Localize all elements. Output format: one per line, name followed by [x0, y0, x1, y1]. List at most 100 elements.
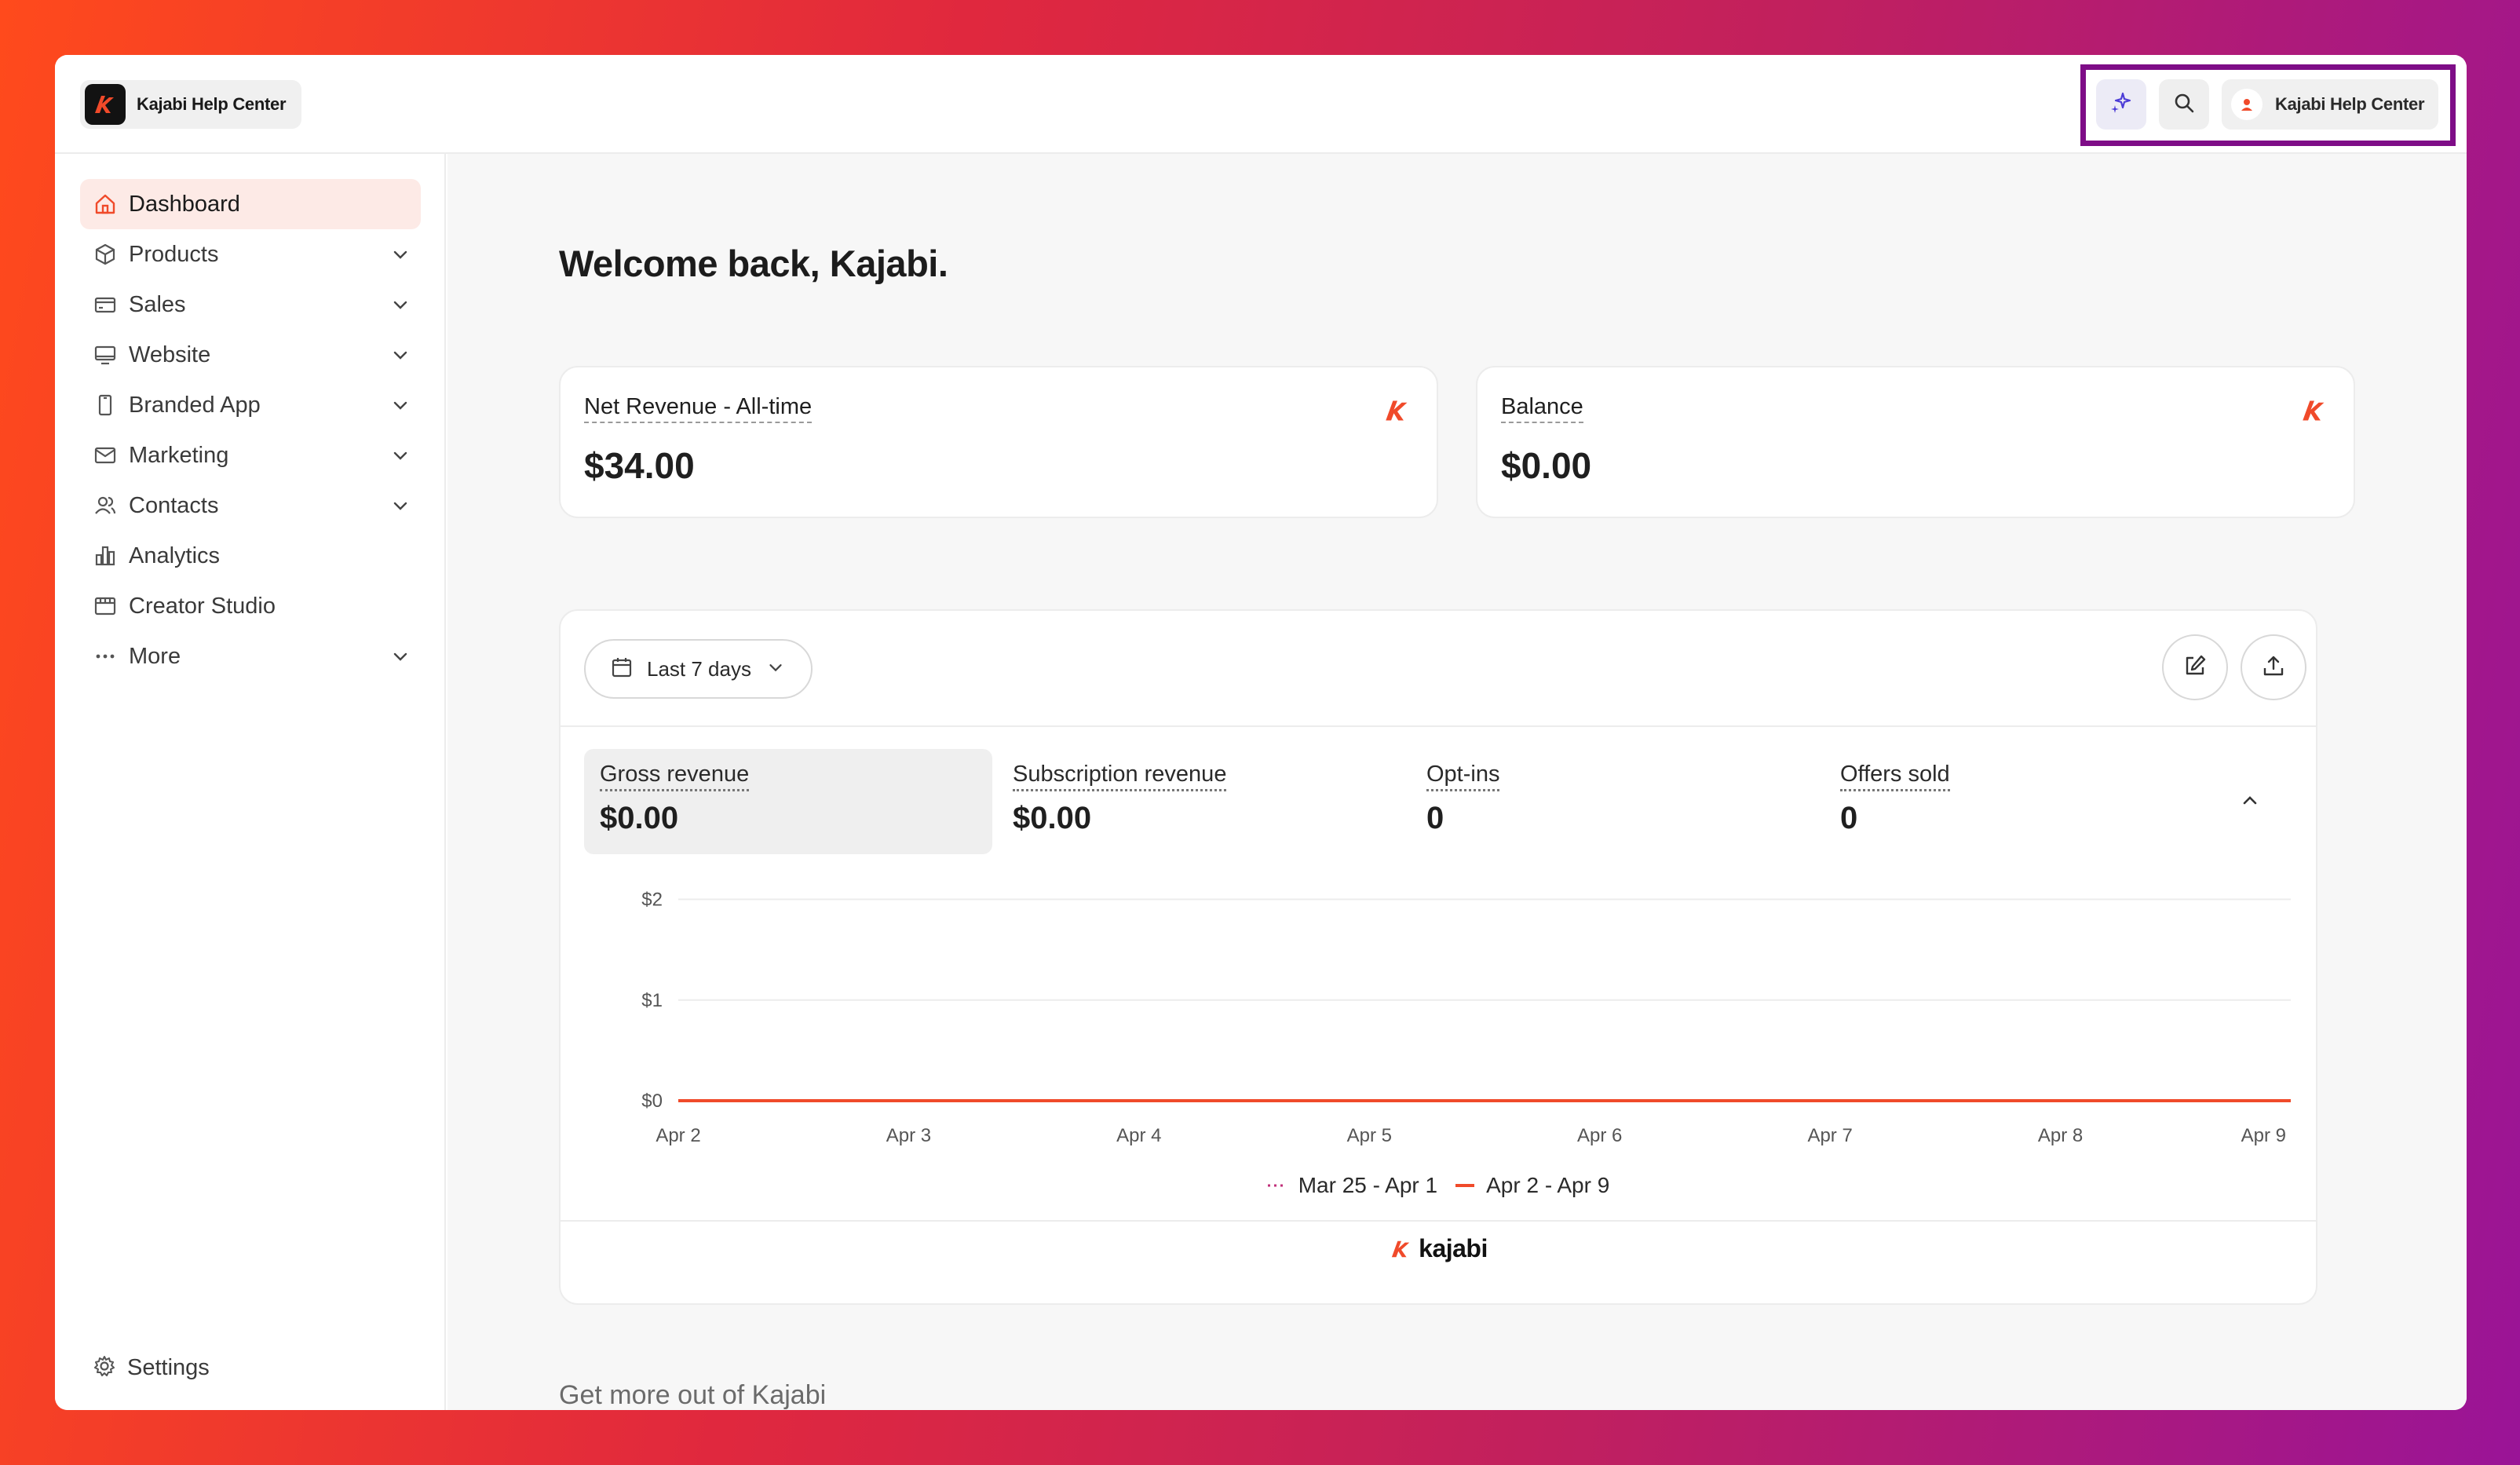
legend-label: Apr 2 - Apr 9 — [1486, 1173, 1610, 1197]
metric-offers-sold[interactable]: Offers sold 0 — [1824, 749, 2233, 854]
sidebar-item-label: Dashboard — [129, 191, 240, 217]
top-bar: Kajabi Help Center Kajabi Help Center — [55, 55, 2467, 154]
chevron-down-icon[interactable] — [389, 495, 411, 521]
users-icon — [93, 493, 118, 518]
legend-item-current[interactable]: Apr 2 - Apr 9 — [1455, 1173, 1609, 1198]
x-tick-label: Apr 3 — [886, 1125, 931, 1146]
metric-gross-revenue[interactable]: Gross revenue $0.00 — [584, 749, 992, 854]
sidebar-item-label: Creator Studio — [129, 593, 276, 619]
sidebar-item-marketing[interactable]: Marketing — [80, 430, 421, 480]
metric-label: Opt-ins — [1426, 762, 1500, 791]
metric-value: 0 — [1426, 801, 1444, 835]
x-tick-label: Apr 2 — [656, 1125, 700, 1146]
chevron-down-icon[interactable] — [389, 645, 411, 671]
chevron-down-icon — [765, 657, 786, 681]
chevron-down-icon[interactable] — [389, 344, 411, 370]
site-switcher[interactable]: Kajabi Help Center — [80, 80, 302, 129]
edit-icon — [2182, 653, 2208, 682]
metric-subscription-revenue[interactable]: Subscription revenue $0.00 — [997, 749, 1405, 854]
box-icon — [93, 242, 118, 267]
sidebar-item-more[interactable]: More — [80, 631, 421, 681]
metric-value: $0.00 — [600, 801, 679, 835]
divider — [561, 1220, 2316, 1222]
y-tick-label: $1 — [641, 990, 663, 1011]
kajabi-logo-icon — [85, 84, 126, 125]
top-actions: Kajabi Help Center — [2096, 79, 2439, 130]
chevron-down-icon[interactable] — [389, 444, 411, 470]
mail-icon — [93, 443, 118, 468]
account-menu-button[interactable]: Kajabi Help Center — [2222, 79, 2439, 130]
net-revenue-title[interactable]: Net Revenue - All-time — [584, 394, 813, 423]
sidebar-item-label: More — [129, 643, 181, 669]
metric-label: Offers sold — [1840, 762, 1950, 791]
x-tick-label: Apr 9 — [2241, 1125, 2286, 1146]
sidebar-item-settings[interactable]: Settings — [93, 1344, 210, 1391]
x-tick-label: Apr 7 — [1807, 1125, 1852, 1146]
sidebar-item-branded-app[interactable]: Branded App — [80, 380, 421, 430]
kajabi-logo-icon — [1382, 397, 1413, 428]
film-icon — [93, 594, 118, 619]
settings-label: Settings — [127, 1354, 210, 1380]
x-tick-label: Apr 4 — [1116, 1125, 1161, 1146]
chevron-down-icon[interactable] — [389, 294, 411, 320]
sidebar-item-sales[interactable]: Sales — [80, 279, 421, 330]
monitor-icon — [93, 342, 118, 367]
kajabi-logo-icon — [1392, 1240, 1410, 1257]
gear-icon — [93, 1354, 116, 1382]
metric-label: Subscription revenue — [1013, 762, 1227, 791]
sidebar: Dashboard Products Sales Website Branded… — [55, 154, 446, 1410]
sidebar-nav: Dashboard Products Sales Website Branded… — [80, 179, 421, 681]
net-revenue-value: $34.00 — [584, 445, 695, 486]
chevron-down-icon[interactable] — [389, 243, 411, 269]
chevron-down-icon[interactable] — [389, 394, 411, 420]
analytics-card: Last 7 days Gross revenue $0.00 Subscrip… — [559, 609, 2317, 1305]
date-range-label: Last 7 days — [647, 656, 751, 681]
y-tick-label: $2 — [641, 890, 663, 911]
section-title: Get more out of Kajabi — [559, 1380, 827, 1410]
sidebar-item-label: Analytics — [129, 543, 221, 568]
kajabi-logo-icon — [2299, 397, 2330, 428]
edit-button[interactable] — [2162, 634, 2228, 700]
upload-icon — [2261, 653, 2286, 682]
sidebar-item-analytics[interactable]: Analytics — [80, 531, 421, 581]
x-tick-label: Apr 6 — [1577, 1125, 1622, 1146]
metric-opt-ins[interactable]: Opt-ins 0 — [1411, 749, 1819, 854]
metric-value: 0 — [1840, 801, 1858, 835]
metric-label: Gross revenue — [600, 762, 750, 791]
calendar-icon — [611, 656, 633, 682]
chevron-up-icon[interactable] — [2239, 790, 2261, 816]
legend-label: Mar 25 - Apr 1 — [1298, 1173, 1438, 1197]
kajabi-footer-logo: kajabi — [561, 1234, 2316, 1263]
credit-card-icon — [93, 292, 118, 317]
chart-legend: Mar 25 - Apr 1 Apr 2 - Apr 9 — [561, 1173, 2316, 1198]
balance-value: $0.00 — [1501, 445, 1592, 486]
sidebar-item-creator-studio[interactable]: Creator Studio — [80, 581, 421, 631]
main-content: Welcome back, Kajabi. Net Revenue - All-… — [447, 154, 2467, 1410]
bar-chart-icon — [93, 543, 118, 568]
sidebar-item-contacts[interactable]: Contacts — [80, 480, 421, 531]
legend-item-previous[interactable]: Mar 25 - Apr 1 — [1267, 1173, 1437, 1198]
sidebar-item-label: Marketing — [129, 442, 229, 468]
page-title: Welcome back, Kajabi. — [559, 243, 948, 284]
sidebar-item-label: Products — [129, 241, 219, 267]
sidebar-item-label: Contacts — [129, 492, 219, 518]
sidebar-item-dashboard[interactable]: Dashboard — [80, 179, 421, 229]
sidebar-item-label: Website — [129, 342, 211, 367]
balance-card: Balance $0.00 — [1476, 366, 2355, 518]
export-button[interactable] — [2241, 634, 2306, 700]
sidebar-item-products[interactable]: Products — [80, 229, 421, 279]
search-button[interactable] — [2159, 79, 2209, 130]
date-range-dropdown[interactable]: Last 7 days — [584, 639, 813, 699]
home-icon — [93, 192, 118, 217]
y-tick-label: $0 — [641, 1091, 663, 1112]
brand-name: Kajabi Help Center — [137, 94, 287, 114]
metric-value: $0.00 — [1013, 801, 1092, 835]
sidebar-item-label: Sales — [129, 291, 186, 317]
balance-title[interactable]: Balance — [1501, 394, 1583, 423]
ellipsis-icon — [93, 644, 118, 669]
x-tick-label: Apr 8 — [2038, 1125, 2083, 1146]
x-tick-label: Apr 5 — [1347, 1125, 1392, 1146]
net-revenue-card: Net Revenue - All-time $34.00 — [559, 366, 1438, 518]
ai-assistant-button[interactable] — [2096, 79, 2146, 130]
sidebar-item-website[interactable]: Website — [80, 330, 421, 380]
